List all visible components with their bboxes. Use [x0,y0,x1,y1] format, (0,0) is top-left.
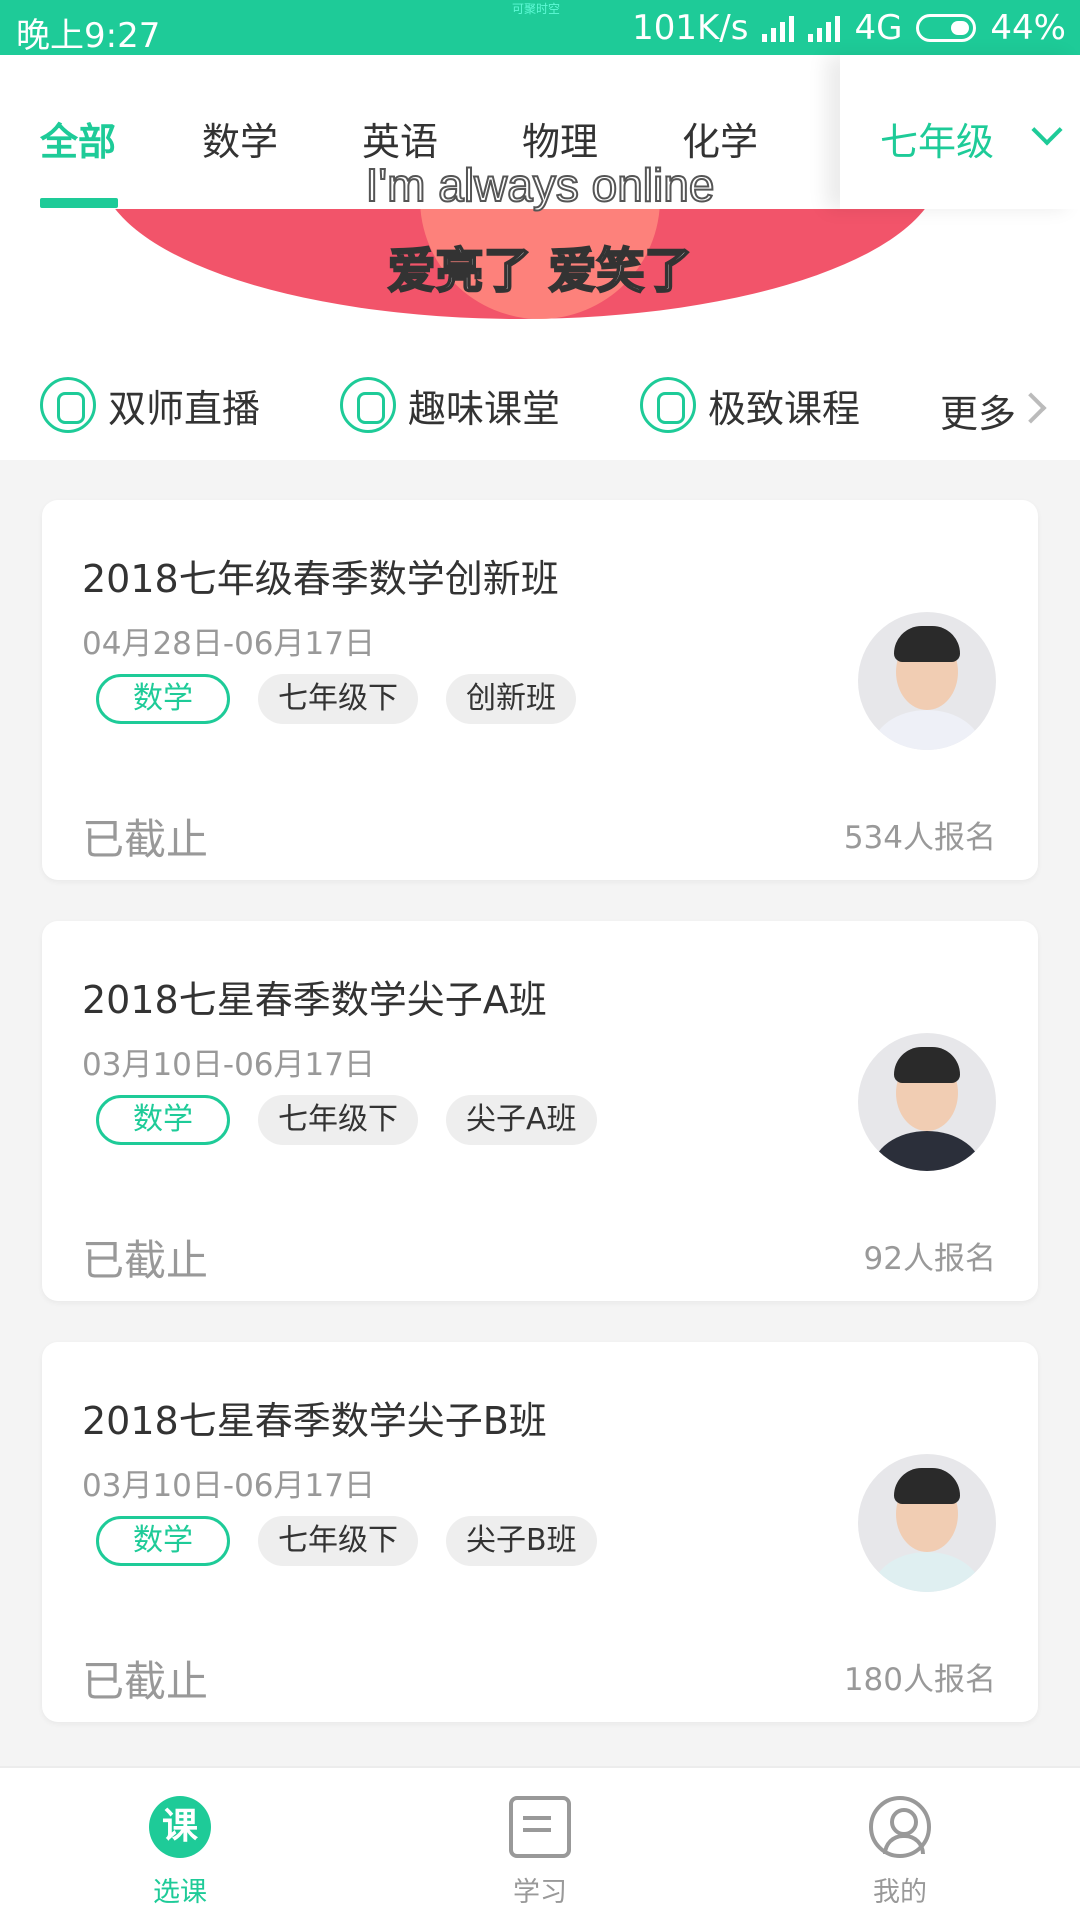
course-date: 04月28日-06月17日 [82,626,375,662]
category-premium-course[interactable]: 极致课程 [640,377,860,433]
subject-tag: 数学 [96,1095,230,1145]
status-bar: 晚上9:27 可聚时空 101K/s 4G 44% [0,0,1080,56]
course-date: 03月10日-06月17日 [82,1468,375,1504]
grade-tag: 七年级下 [258,1516,418,1566]
user-profile-icon [869,1796,931,1858]
promo-banner[interactable]: 爱亮了 爱笑了 [0,209,1080,369]
enrollment-count: 180人报名 [843,1662,996,1698]
nav-label: 选课 [153,1877,207,1908]
award-icon [640,377,696,433]
more-categories-link[interactable]: 更多 [940,383,1016,438]
nav-me[interactable]: 我的 [800,1796,1000,1909]
enrollment-status: 已截止 [82,1657,209,1706]
category-dual-teacher-live[interactable]: 双师直播 [40,377,260,433]
nav-label: 我的 [873,1877,927,1908]
enrollment-status: 已截止 [82,1236,209,1285]
dual-teacher-icon [40,377,96,433]
category-row: 双师直播 趣味课堂 极致课程 更多 [0,355,1080,460]
class-type-tag: 创新班 [446,674,576,724]
signal-icon-2 [808,14,841,42]
nav-study[interactable]: 学习 [440,1796,640,1909]
thumbs-up-icon [340,377,396,433]
course-title: 2018七年级春季数学创新班 [82,557,559,601]
status-tiny-text: 可聚时空 [512,2,561,16]
course-card[interactable]: 2018七年级春季数学创新班 04月28日-06月17日 数学 七年级下 创新班… [42,500,1038,880]
course-title: 2018七星春季数学尖子A班 [82,978,547,1022]
chevron-right-icon [1015,392,1047,424]
teacher-avatar [858,1454,996,1592]
edit-note-icon [509,1796,571,1858]
category-label: 极致课程 [708,386,861,431]
chevron-down-icon [1031,114,1063,146]
subject-tag: 数学 [96,674,230,724]
grade-tag: 七年级下 [258,674,418,724]
course-icon: 课 [149,1796,211,1858]
enrollment-status: 已截止 [82,815,209,864]
network-speed: 101K/s [632,8,749,48]
course-title: 2018七星春季数学尖子B班 [82,1399,547,1443]
class-type-tag: 尖子B班 [446,1516,597,1566]
enrollment-count: 534人报名 [843,820,996,856]
battery-icon [916,14,977,42]
course-card[interactable]: 2018七星春季数学尖子B班 03月10日-06月17日 数学 七年级下 尖子B… [42,1342,1038,1722]
enrollment-count: 92人报名 [863,1241,996,1277]
class-type-tag: 尖子A班 [446,1095,597,1145]
category-label: 双师直播 [108,386,261,431]
bottom-nav: 课 选课 学习 我的 [0,1766,1080,1920]
signal-icon [762,14,795,42]
battery-level: 44% [990,8,1066,48]
subject-tag: 数学 [96,1516,230,1566]
teacher-avatar [858,1033,996,1171]
banner-slogan: 爱亮了 爱笑了 [387,242,694,300]
network-type: 4G [854,8,903,48]
category-fun-class[interactable]: 趣味课堂 [340,377,560,433]
grade-tag: 七年级下 [258,1095,418,1145]
nav-select-course[interactable]: 课 选课 [80,1796,280,1909]
category-label: 趣味课堂 [408,386,561,431]
teacher-avatar [858,612,996,750]
status-time: 晚上9:27 [16,16,161,56]
course-date: 03月10日-06月17日 [82,1047,375,1083]
overlay-caption: I'm always online [365,158,716,212]
nav-label: 学习 [513,1877,567,1908]
course-card[interactable]: 2018七星春季数学尖子A班 03月10日-06月17日 数学 七年级下 尖子A… [42,921,1038,1301]
